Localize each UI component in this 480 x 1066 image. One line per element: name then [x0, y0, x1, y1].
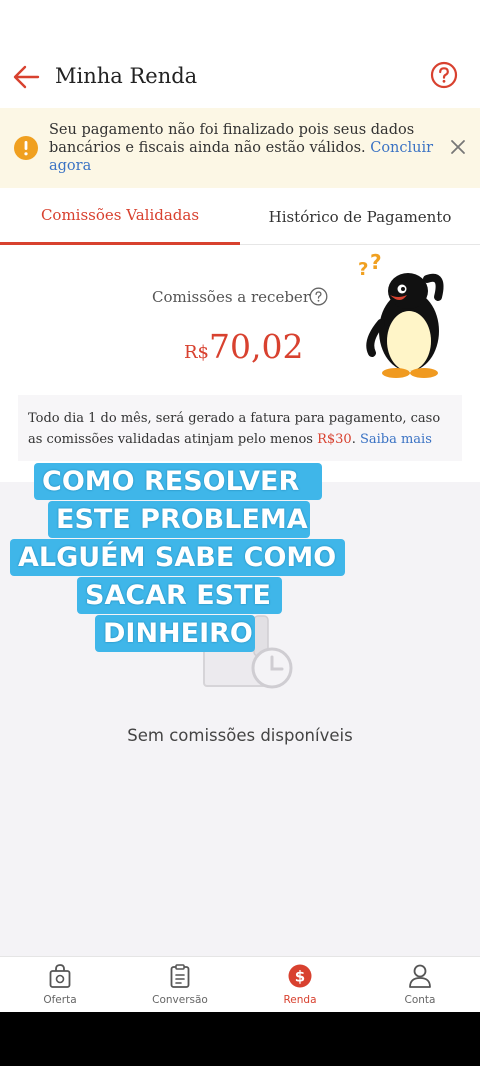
tab-bar: Comissões Validadas Histórico de Pagamen…: [0, 188, 480, 245]
app-screen: Minha Renda Seu pagamento não foi finali…: [0, 0, 480, 1012]
nav-label-conversion: Conversão: [152, 994, 208, 1006]
page-title: Minha Renda: [55, 64, 198, 88]
warning-text: Seu pagamento não foi finalizado pois se…: [49, 122, 415, 156]
close-icon: [451, 140, 465, 154]
help-button[interactable]: [429, 60, 459, 90]
learn-more-link[interactable]: Saiba mais: [360, 432, 432, 447]
commissions-to-receive-label: Comissões a receber: [152, 288, 310, 306]
close-warning-button[interactable]: [449, 138, 467, 156]
commission-summary: Comissões a receber R$70,02 ? ? Todo dia…: [0, 245, 480, 482]
nav-item-conversion[interactable]: Conversão: [120, 957, 240, 1012]
penguin-mascot-icon: ? ?: [358, 253, 444, 378]
nav-item-income[interactable]: $ Renda: [240, 957, 360, 1012]
person-icon: [409, 964, 431, 988]
info-separator: .: [351, 432, 360, 447]
amount-value: 70,02: [209, 327, 304, 366]
overlay-caption-line-1: COMO RESOLVER: [34, 463, 322, 500]
exclamation-icon: [14, 136, 38, 160]
commission-amount: R$70,02: [184, 327, 304, 366]
arrow-left-icon: [13, 65, 40, 89]
warning-message: Seu pagamento não foi finalizado pois se…: [49, 121, 439, 175]
clipboard-icon: [170, 964, 190, 988]
overlay-caption-line-2: ESTE PROBLEMA: [48, 501, 310, 538]
dollar-coin-icon: $: [288, 964, 312, 988]
tab-payment-history[interactable]: Histórico de Pagamento: [240, 188, 480, 245]
help-icon[interactable]: [309, 287, 328, 306]
svg-text:?: ?: [370, 253, 382, 274]
nav-item-account[interactable]: Conta: [360, 957, 480, 1012]
overlay-caption-line-4: SACAR ESTE: [77, 577, 282, 614]
currency-symbol: R$: [184, 342, 210, 363]
invoice-info-box: Todo dia 1 do mês, será gerado a fatura …: [18, 395, 462, 461]
svg-text:?: ?: [358, 259, 368, 280]
overlay-caption-line-5: DINHEIRO: [95, 615, 255, 652]
svg-text:$: $: [295, 968, 305, 986]
question-circle-icon: [430, 61, 458, 89]
nav-label-offer: Oferta: [43, 994, 77, 1006]
status-bar: [0, 0, 480, 46]
nav-label-income: Renda: [283, 994, 317, 1006]
overlay-caption-line-3: ALGUÉM SABE COMO: [10, 539, 345, 576]
nav-item-offer[interactable]: Oferta: [0, 957, 120, 1012]
bag-icon: [49, 964, 71, 988]
empty-state-message: Sem comissões disponíveis: [127, 726, 353, 745]
top-bar: Minha Renda: [0, 46, 480, 108]
payment-warning-banner: Seu pagamento não foi finalizado pois se…: [0, 108, 480, 188]
back-button[interactable]: [10, 62, 44, 92]
tab-validated-commissions[interactable]: Comissões Validadas: [0, 188, 240, 245]
minimum-amount: R$30: [317, 432, 352, 447]
nav-label-account: Conta: [404, 994, 436, 1006]
bottom-navigation: Oferta Conversão $ Renda Conta: [0, 956, 480, 1012]
